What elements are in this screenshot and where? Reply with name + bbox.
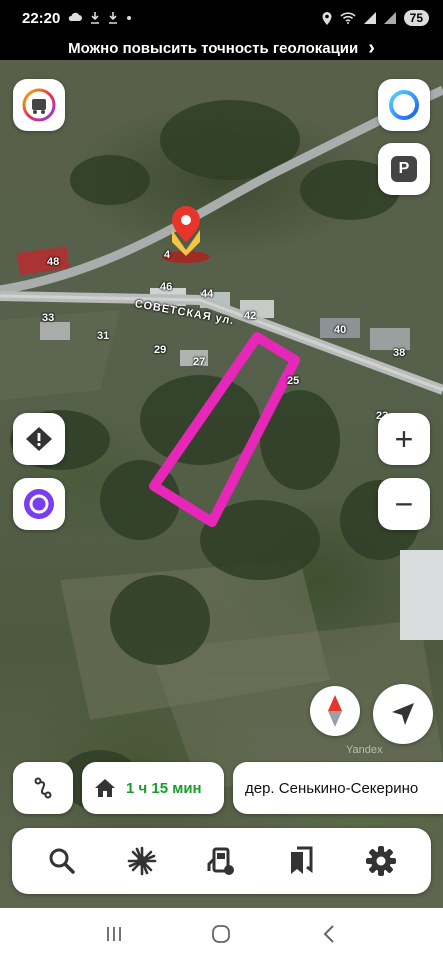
alice-voice-button[interactable] [13, 478, 65, 530]
search-icon [49, 848, 75, 874]
house-number: 42 [244, 310, 257, 322]
geo-banner-text: Можно повысить точность геолокации [68, 39, 359, 57]
destination-name: дер. Сенькино-Секерино [245, 779, 419, 797]
wifi-icon [340, 12, 356, 24]
house-number: 27 [193, 356, 206, 368]
parking-icon: P [391, 156, 417, 182]
search-button[interactable] [38, 837, 86, 885]
house-number: 48 [47, 256, 60, 268]
home-icon [95, 779, 115, 797]
discovery-button[interactable] [118, 837, 166, 885]
location-icon [322, 11, 332, 25]
house-number: 33 [42, 312, 55, 324]
alice-assistant-button[interactable] [378, 79, 430, 131]
home-nav-button[interactable] [201, 919, 241, 949]
profile-button[interactable] [13, 79, 65, 131]
parking-button[interactable]: P [378, 143, 430, 195]
bookmarks-button[interactable] [277, 837, 325, 885]
road-alert-button[interactable] [13, 413, 65, 465]
settings-button[interactable] [357, 837, 405, 885]
status-bar: 22:20 75 [0, 0, 443, 36]
chevron-right-icon: › [368, 37, 375, 59]
destination-chip[interactable]: дер. Сенькино-Секерино [233, 762, 443, 814]
compass-button[interactable] [310, 686, 360, 736]
signal-icon [363, 12, 376, 24]
recent-apps-icon [106, 927, 121, 941]
compass-icon [328, 695, 342, 727]
zoom-out-button[interactable]: − [378, 478, 430, 530]
geolocation-accuracy-banner[interactable]: Можно повысить точность геолокации › [0, 36, 443, 60]
house-number: 25 [287, 375, 300, 387]
settings-icon [366, 846, 397, 876]
battery-indicator: 75 [403, 10, 429, 26]
download-icon [91, 12, 100, 24]
my-location-button[interactable] [373, 684, 433, 744]
status-notification-icons [68, 12, 132, 24]
cloud-icon [69, 12, 83, 21]
route-icon [34, 777, 52, 799]
house-number: 38 [393, 347, 406, 359]
route-options-button[interactable] [13, 762, 73, 814]
house-number: 46 [160, 281, 173, 293]
zoom-in-button[interactable]: + [378, 413, 430, 465]
fuel-button[interactable] [197, 837, 245, 885]
house-number: 31 [97, 330, 110, 342]
signal-icon [383, 12, 396, 24]
locate-icon [392, 703, 414, 725]
status-system-icons: 75 [322, 10, 429, 26]
system-navigation-bar [0, 908, 443, 960]
house-number: 29 [154, 344, 167, 356]
back-icon [323, 925, 334, 943]
plus-icon: + [394, 421, 414, 457]
recent-apps-button[interactable] [94, 919, 134, 949]
status-time: 22:20 [22, 9, 61, 27]
bookmarks-icon [291, 846, 313, 874]
profile-icon [22, 88, 56, 122]
home-circle-icon [212, 925, 231, 943]
bottom-toolbar [12, 828, 431, 894]
home-route-chip[interactable]: 1 ч 15 мин [82, 762, 224, 814]
house-number: 4 [164, 249, 171, 261]
house-number: 40 [334, 324, 347, 336]
dot-icon [127, 16, 132, 20]
warning-icon [26, 427, 52, 451]
discovery-icon [127, 846, 156, 876]
alice-icon [24, 489, 54, 519]
download-icon [109, 12, 118, 24]
back-button[interactable] [309, 919, 349, 949]
house-number: 44 [201, 288, 214, 300]
route-time: 1 ч 15 мин [126, 779, 202, 797]
fuel-icon [207, 847, 235, 875]
minus-icon: − [394, 486, 414, 522]
yandex-watermark: Yandex [346, 744, 383, 756]
alice-icon [389, 90, 419, 120]
